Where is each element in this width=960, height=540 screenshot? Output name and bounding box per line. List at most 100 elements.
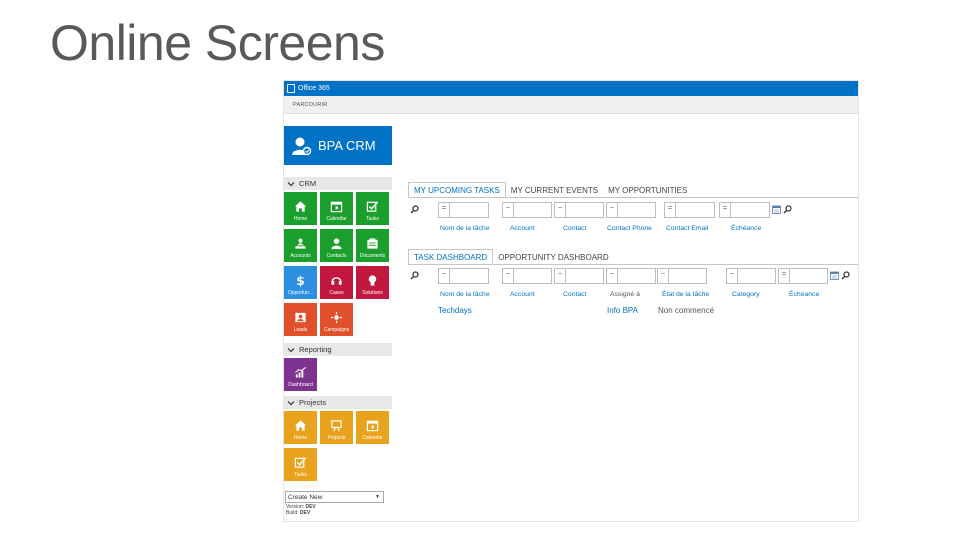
tile-projects-calendar[interactable]: Calendar bbox=[356, 411, 389, 444]
column-header-contact-email[interactable]: Contact Email bbox=[666, 225, 708, 232]
chart-icon bbox=[295, 366, 306, 378]
column-header-task-status[interactable]: État de la tâche bbox=[662, 291, 709, 298]
filter-contact[interactable]: ~ bbox=[554, 202, 604, 218]
search-icon[interactable] bbox=[783, 205, 792, 214]
filter-input[interactable] bbox=[513, 269, 551, 283]
slide-title: Online Screens bbox=[50, 15, 385, 71]
column-header-contact[interactable]: Contact bbox=[563, 291, 586, 298]
svg-text:$: $ bbox=[296, 274, 304, 287]
create-new-select[interactable]: Create New ▼ bbox=[285, 491, 384, 503]
filter-input[interactable] bbox=[617, 269, 655, 283]
column-header-category[interactable]: Category bbox=[732, 291, 760, 298]
filter-operator[interactable]: ~ bbox=[506, 205, 510, 212]
search-icon[interactable] bbox=[410, 271, 419, 280]
filter-operator[interactable]: = bbox=[668, 205, 672, 212]
filter-category[interactable]: ~ bbox=[726, 268, 776, 284]
filter-due-date[interactable]: = bbox=[719, 202, 770, 218]
column-header-task-name[interactable]: Nom de la tâche bbox=[440, 291, 490, 298]
section-crm[interactable]: CRM bbox=[284, 177, 392, 190]
filter-contact-phone[interactable]: ~ bbox=[606, 202, 656, 218]
filter-contact[interactable]: ~ bbox=[554, 268, 604, 284]
tile-crm-documents[interactable]: Documents bbox=[356, 229, 389, 262]
date-picker-icon[interactable] bbox=[772, 205, 781, 214]
upper-tabs: MY UPCOMING TASKS MY CURRENT EVENTS MY O… bbox=[408, 182, 692, 198]
tile-projects-projects[interactable]: Projects bbox=[320, 411, 353, 444]
row-task-link[interactable]: Techdays bbox=[438, 306, 472, 315]
filter-due-date[interactable]: = bbox=[778, 268, 828, 284]
tab-my-current-events[interactable]: MY CURRENT EVENTS bbox=[506, 182, 603, 198]
filter-input[interactable] bbox=[675, 203, 714, 217]
row-assigned-link[interactable]: Info BPA bbox=[607, 306, 638, 315]
tile-crm-accounts[interactable]: Accounts bbox=[284, 229, 317, 262]
filter-input[interactable] bbox=[737, 269, 775, 283]
filter-operator[interactable]: ~ bbox=[610, 271, 614, 278]
filter-operator[interactable]: ~ bbox=[558, 271, 562, 278]
filter-operator[interactable]: ~ bbox=[558, 205, 562, 212]
filter-task-status[interactable]: ~ bbox=[657, 268, 707, 284]
section-projects[interactable]: Projects bbox=[284, 396, 392, 409]
tile-crm-tasks[interactable]: Tasks bbox=[356, 192, 389, 225]
filter-operator[interactable]: = bbox=[442, 205, 446, 212]
filter-input[interactable] bbox=[513, 203, 551, 217]
filter-operator[interactable]: ~ bbox=[610, 205, 614, 212]
section-reporting[interactable]: Reporting bbox=[284, 343, 392, 356]
tab-my-opportunities[interactable]: MY OPPORTUNITIES bbox=[603, 182, 692, 198]
column-header-contact-phone[interactable]: Contact Phone bbox=[607, 225, 652, 232]
person-icon bbox=[331, 238, 342, 250]
filter-input[interactable] bbox=[730, 203, 769, 217]
search-icon[interactable] bbox=[410, 205, 419, 214]
tile-crm-campaigns[interactable]: Campaigns bbox=[320, 303, 353, 336]
section-label: CRM bbox=[299, 179, 317, 188]
tab-my-upcoming-tasks[interactable]: MY UPCOMING TASKS bbox=[408, 182, 506, 198]
section-label: Projects bbox=[299, 398, 327, 407]
build-label: Build: bbox=[286, 510, 299, 516]
column-header-due-date[interactable]: Échéance bbox=[731, 225, 761, 232]
filter-input[interactable] bbox=[565, 203, 603, 217]
filter-operator[interactable]: ~ bbox=[661, 271, 665, 278]
filter-operator[interactable]: ~ bbox=[442, 271, 446, 278]
office365-brand[interactable]: Office 365 bbox=[298, 85, 330, 92]
filter-input[interactable] bbox=[449, 203, 488, 217]
browse-tab[interactable]: PARCOURIR bbox=[293, 102, 327, 108]
filter-input[interactable] bbox=[565, 269, 603, 283]
filter-task-name[interactable]: = bbox=[438, 202, 489, 218]
tile-label: Solutions bbox=[362, 290, 383, 296]
tab-opportunity-dashboard[interactable]: OPPORTUNITY DASHBOARD bbox=[493, 249, 613, 265]
column-header-account[interactable]: Account bbox=[510, 291, 535, 298]
filter-operator[interactable]: ~ bbox=[506, 271, 510, 278]
filter-contact-email[interactable]: = bbox=[664, 202, 715, 218]
filter-input[interactable] bbox=[617, 203, 655, 217]
tile-crm-calendar[interactable]: Calendar bbox=[320, 192, 353, 225]
filter-input[interactable] bbox=[668, 269, 706, 283]
tile-crm-solutions[interactable]: Solutions bbox=[356, 266, 389, 299]
filter-account[interactable]: ~ bbox=[502, 268, 552, 284]
filter-input[interactable] bbox=[449, 269, 488, 283]
filter-operator[interactable]: ~ bbox=[730, 271, 734, 278]
tab-task-dashboard[interactable]: TASK DASHBOARD bbox=[408, 249, 494, 265]
person-icon bbox=[292, 137, 312, 155]
column-header-task-name[interactable]: Nom de la tâche bbox=[440, 225, 490, 232]
filter-input[interactable] bbox=[789, 269, 827, 283]
app-header[interactable]: BPA CRM bbox=[284, 126, 392, 165]
filter-task-name[interactable]: ~ bbox=[438, 268, 489, 284]
tile-label: Campaigns bbox=[323, 327, 350, 333]
search-icon[interactable] bbox=[841, 271, 850, 280]
column-header-contact[interactable]: Contact bbox=[563, 225, 586, 232]
tile-crm-opportunities[interactable]: $ Opportun... bbox=[284, 266, 317, 299]
tile-crm-leads[interactable]: Leads bbox=[284, 303, 317, 336]
tile-crm-cases[interactable]: Cases bbox=[320, 266, 353, 299]
tile-reporting-dashboard[interactable]: Dashboard bbox=[284, 358, 317, 391]
tile-crm-contacts[interactable]: Contacts bbox=[320, 229, 353, 262]
filter-operator[interactable]: = bbox=[723, 205, 727, 212]
filter-account[interactable]: ~ bbox=[502, 202, 552, 218]
tile-label: Documents bbox=[359, 253, 386, 259]
tile-projects-home[interactable]: Home bbox=[284, 411, 317, 444]
date-picker-icon[interactable] bbox=[830, 271, 839, 280]
column-header-account[interactable]: Account bbox=[510, 225, 535, 232]
column-header-due-date[interactable]: Échéance bbox=[789, 291, 819, 298]
filter-assigned-to[interactable]: ~ bbox=[606, 268, 656, 284]
tile-crm-home[interactable]: Home bbox=[284, 192, 317, 225]
filter-operator[interactable]: = bbox=[782, 271, 786, 278]
tile-projects-tasks[interactable]: Tasks bbox=[284, 448, 317, 481]
lower-tabs: TASK DASHBOARD OPPORTUNITY DASHBOARD bbox=[408, 249, 614, 265]
